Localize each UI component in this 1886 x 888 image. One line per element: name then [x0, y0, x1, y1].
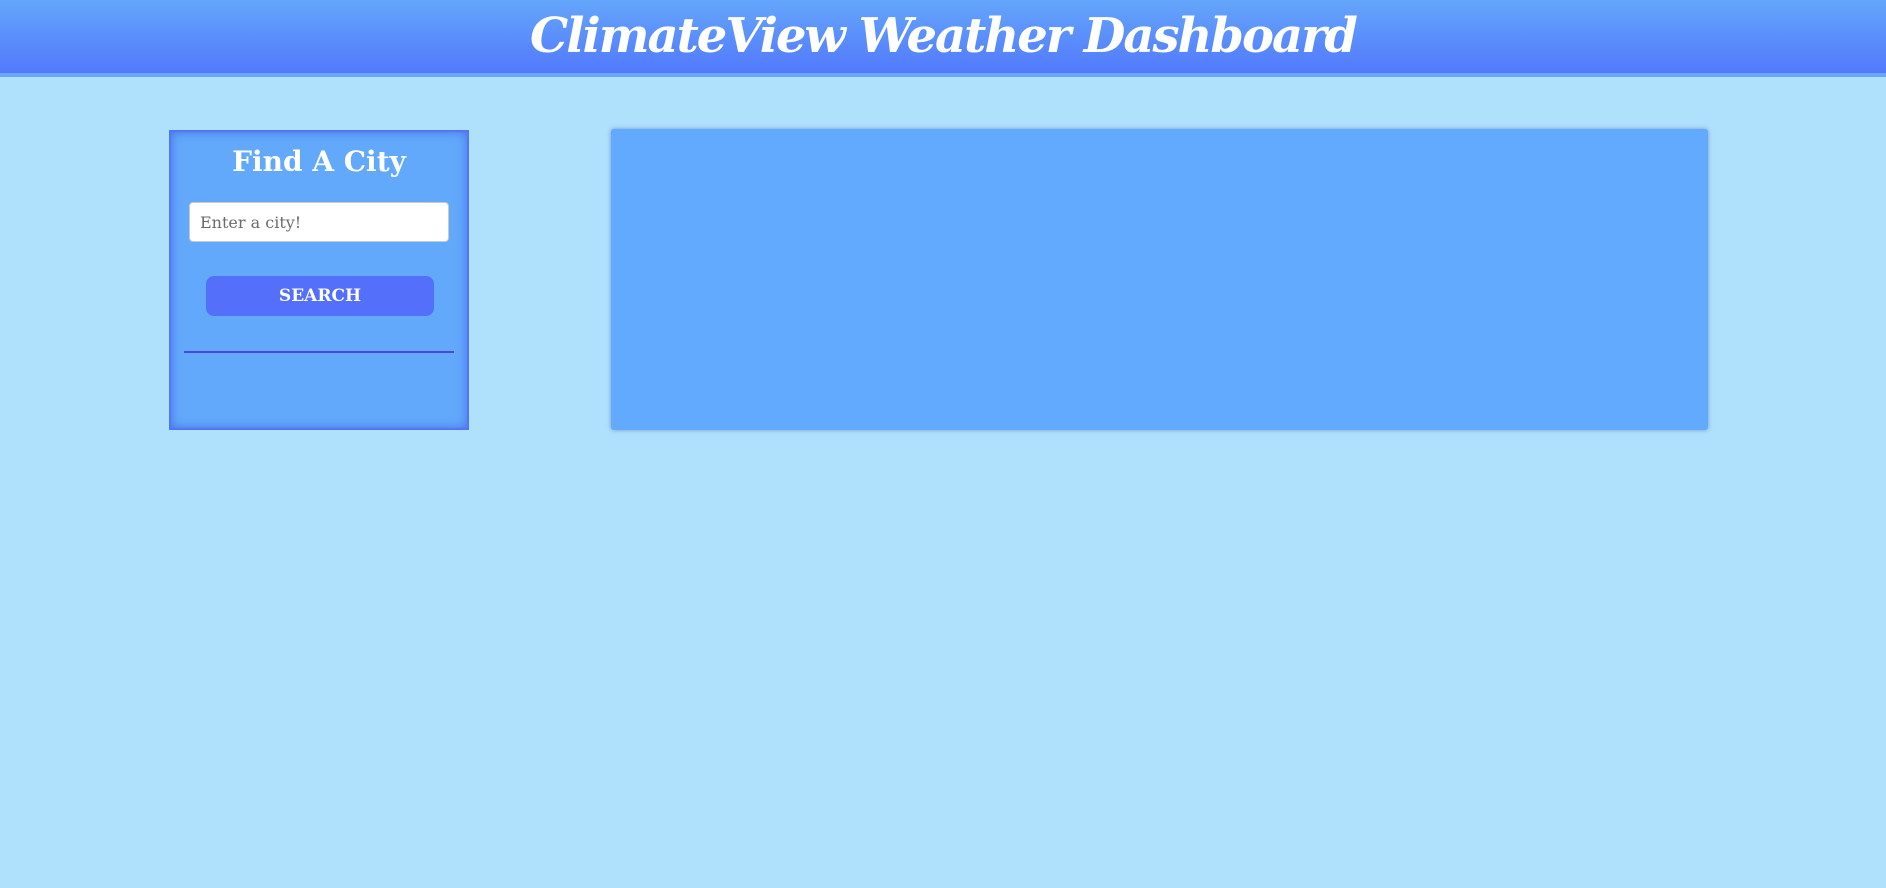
city-search-input[interactable] [189, 202, 449, 242]
city-search-panel: Find A City SEARCH [169, 130, 469, 430]
app-header: ClimateView Weather Dashboard [0, 0, 1886, 77]
search-panel-title: Find A City [232, 145, 406, 178]
weather-display-panel [611, 129, 1708, 430]
search-divider [184, 351, 454, 353]
app-title: ClimateView Weather Dashboard [530, 8, 1358, 64]
search-button[interactable]: SEARCH [206, 276, 434, 316]
search-history-list [184, 360, 454, 420]
